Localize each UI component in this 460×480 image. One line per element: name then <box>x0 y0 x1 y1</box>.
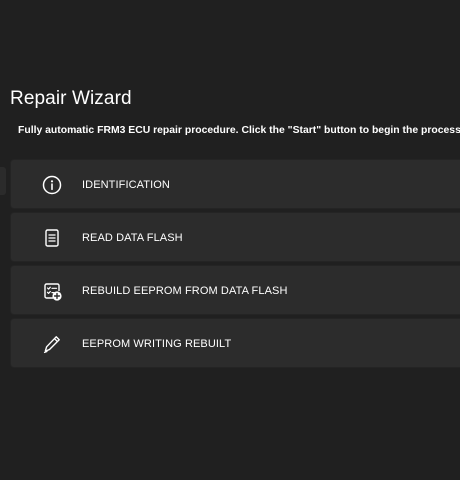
step-label: IDENTIFICATION <box>82 179 170 191</box>
checklist-add-icon <box>41 280 63 302</box>
side-tab-edge <box>0 167 6 195</box>
step-label: EEPROM WRITING REBUILT <box>82 338 232 350</box>
info-icon <box>41 174 63 196</box>
step-read-data-flash[interactable]: READ DATA FLASH <box>10 212 460 262</box>
step-identification[interactable]: IDENTIFICATION <box>10 159 460 209</box>
step-eeprom-writing[interactable]: EEPROM WRITING REBUILT <box>10 318 460 368</box>
document-icon <box>41 227 63 249</box>
step-label: REBUILD EEPROM FROM DATA FLASH <box>82 285 288 297</box>
pen-icon <box>41 333 63 355</box>
step-rebuild-eeprom[interactable]: REBUILD EEPROM FROM DATA FLASH <box>10 265 460 315</box>
page-subtitle: Fully automatic FRM3 ECU repair procedur… <box>18 125 460 136</box>
page-title: Repair Wizard <box>10 88 132 109</box>
step-list: IDENTIFICATION READ DATA FLASH REBUILD E… <box>10 159 460 371</box>
step-label: READ DATA FLASH <box>82 232 183 244</box>
